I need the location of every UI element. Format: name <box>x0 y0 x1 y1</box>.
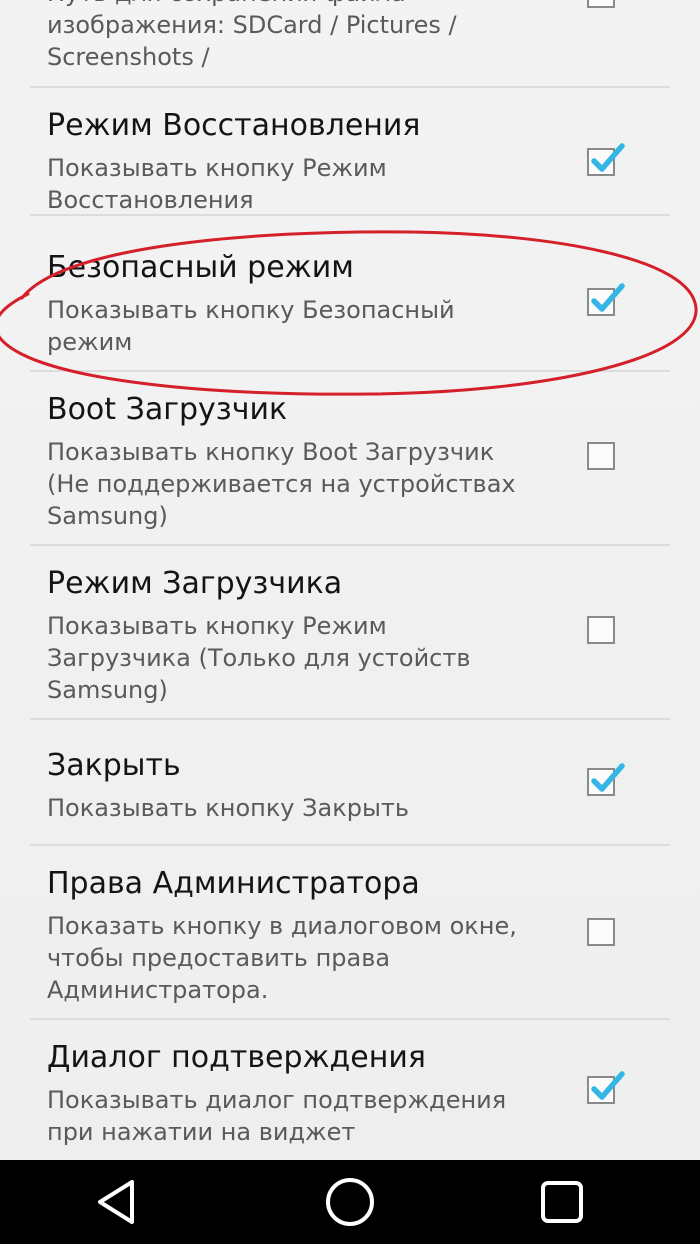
pref-title: Режим Загрузчика <box>47 566 343 601</box>
pref-title: Boot Загрузчик <box>47 392 288 427</box>
home-icon <box>326 1178 374 1226</box>
home-button[interactable] <box>320 1172 380 1232</box>
checkmark-icon <box>591 143 625 172</box>
pref-checkbox[interactable] <box>587 616 615 644</box>
pref-checkbox-partial[interactable] <box>587 0 615 8</box>
preferences-list[interactable]: Путь для сохранения файла изображения: S… <box>0 0 700 1160</box>
settings-screen: Путь для сохранения файла изображения: S… <box>0 0 700 1244</box>
pref-checkbox[interactable] <box>587 442 615 470</box>
pref-summary: Показывать кнопку Boot Загрузчик (Не под… <box>47 438 516 530</box>
checkmark-icon <box>591 1071 625 1100</box>
checkmark-icon <box>591 283 625 312</box>
recents-icon <box>541 1181 583 1223</box>
pref-checkbox[interactable] <box>587 1071 625 1104</box>
pref-summary: Показывать диалог подтверждения при нажа… <box>47 1086 507 1146</box>
pref-title: Права Администратора <box>47 866 420 901</box>
pref-title: Безопасный режим <box>47 250 354 285</box>
pref-item-recovery-mode[interactable]: Режим Восстановления Показывать кнопку Р… <box>0 88 700 214</box>
pref-checkbox[interactable] <box>587 283 625 316</box>
pref-summary: Показать кнопку в диалоговом окне, чтобы… <box>47 912 517 1004</box>
back-button[interactable] <box>88 1172 148 1232</box>
checkmark-icon <box>591 763 625 792</box>
pref-item-bootloader-mode[interactable]: Режим Загрузчика Показывать кнопку Режим… <box>0 546 700 718</box>
pref-summary: Показывать кнопку Безопасный режим <box>47 296 455 356</box>
pref-item-admin-rights[interactable]: Права Администратора Показать кнопку в д… <box>0 846 700 1018</box>
navigation-bar <box>0 1160 700 1244</box>
pref-checkbox[interactable] <box>587 763 625 796</box>
pref-checkbox[interactable] <box>587 143 625 176</box>
recents-button[interactable] <box>532 1172 592 1232</box>
pref-item-close[interactable]: Закрыть Показывать кнопку Закрыть <box>0 720 700 844</box>
pref-title: Режим Восстановления <box>47 108 421 143</box>
pref-item-boot-loader[interactable]: Boot Загрузчик Показывать кнопку Boot За… <box>0 372 700 544</box>
back-icon <box>98 1180 134 1224</box>
pref-item-confirm-dialog[interactable]: Диалог подтверждения Показывать диалог п… <box>0 1020 700 1160</box>
pref-item-save-path[interactable]: Путь для сохранения файла изображения: S… <box>0 0 700 86</box>
pref-checkbox[interactable] <box>587 918 615 946</box>
pref-summary: Показывать кнопку Закрыть <box>47 794 410 822</box>
pref-title: Закрыть <box>47 748 181 783</box>
pref-summary: Путь для сохранения файла изображения: S… <box>47 0 457 71</box>
pref-item-safe-mode[interactable]: Безопасный режим Показывать кнопку Безоп… <box>0 216 700 370</box>
pref-summary: Показывать кнопку Режим Загрузчика (Толь… <box>47 612 471 704</box>
pref-title: Диалог подтверждения <box>47 1040 426 1075</box>
pref-summary: Показывать кнопку Режим Восстановления <box>47 154 387 214</box>
